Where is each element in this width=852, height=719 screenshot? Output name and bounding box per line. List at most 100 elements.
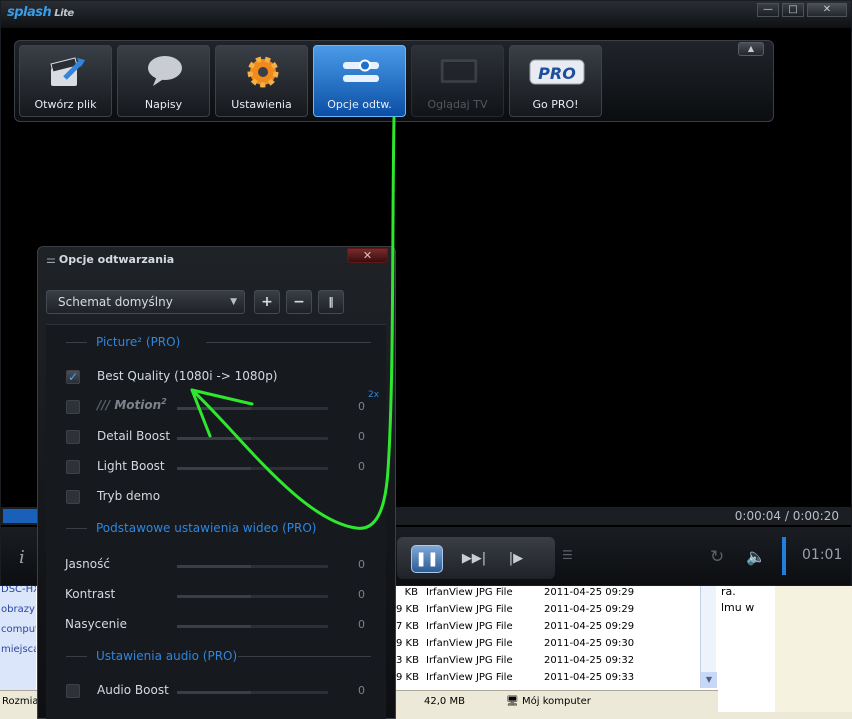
scroll-down-icon[interactable]: ▼ xyxy=(701,672,717,688)
left-pane-item[interactable]: computer xyxy=(0,620,36,640)
watch-tv-button[interactable]: Oglądaj TV xyxy=(411,45,504,117)
contrast-value: 0 xyxy=(358,588,365,601)
tv-icon xyxy=(439,54,479,90)
next-icon[interactable]: ▶▶| xyxy=(461,549,487,569)
open-file-button[interactable]: Otwórz plik xyxy=(19,45,112,117)
status-left-label: Rozmia xyxy=(2,696,39,707)
options-list: Picture² (PRO) ✓ Best Quality (1080i -> … xyxy=(46,324,386,719)
light-boost-label: Light Boost xyxy=(97,459,165,473)
remove-schema-button[interactable]: − xyxy=(286,290,312,314)
explorer-right-background xyxy=(775,584,852,719)
contrast-label: Kontrast xyxy=(65,587,116,601)
window-controls: — □ ✕ xyxy=(757,3,847,17)
status-location: Mój komputer xyxy=(522,696,591,707)
audio-boost-checkbox[interactable] xyxy=(66,684,80,698)
clock: 01:01 xyxy=(802,547,843,563)
gear-icon xyxy=(243,54,283,90)
detail-boost-row: Detail Boost 0 xyxy=(66,427,381,447)
table-row[interactable]: KB IrfanView JPG File 2011-04-25 09:29 xyxy=(396,584,716,601)
computer-icon: 🖥 xyxy=(506,696,519,707)
light-boost-checkbox[interactable] xyxy=(66,460,80,474)
detail-boost-label: Detail Boost xyxy=(97,429,171,443)
pro-badge-icon: PRO xyxy=(528,54,586,90)
audio-boost-row: Audio Boost 0 xyxy=(66,681,381,701)
light-boost-slider[interactable] xyxy=(177,467,328,470)
best-quality-label: Best Quality (1080i -> 1080p) xyxy=(97,369,278,383)
subtitles-button[interactable]: Napisy xyxy=(117,45,210,117)
frame-step-icon[interactable]: |▶ xyxy=(503,549,529,569)
brightness-label: Jasność xyxy=(65,557,110,571)
tool-label: Oglądaj TV xyxy=(427,98,488,111)
close-button[interactable]: ✕ xyxy=(807,3,847,17)
saturation-label: Nasycenie xyxy=(65,617,127,631)
audio-boost-slider[interactable] xyxy=(177,691,328,694)
motion-slider[interactable] xyxy=(177,407,328,410)
clapperboard-icon xyxy=(47,54,87,90)
info-icon[interactable]: i xyxy=(19,547,25,568)
time-display: 0:00:04 / 0:00:20 xyxy=(734,509,839,523)
pause-button[interactable]: ❚❚ xyxy=(411,545,443,573)
table-row[interactable]: 3 KB IrfanView JPG File 2011-04-25 09:32 xyxy=(396,652,716,669)
title-bar[interactable]: splash Lite — □ ✕ xyxy=(1,1,851,28)
table-row[interactable]: 9 KB IrfanView JPG File 2011-04-25 09:29 xyxy=(396,601,716,618)
speech-bubble-icon xyxy=(145,54,185,90)
tool-label: Go PRO! xyxy=(532,98,579,111)
tool-label: Otwórz plik xyxy=(34,98,97,111)
saturation-slider[interactable] xyxy=(177,625,328,628)
volume-slider[interactable] xyxy=(782,537,786,575)
svg-text:PRO: PRO xyxy=(538,64,576,83)
detail-boost-slider[interactable] xyxy=(177,437,328,440)
table-row[interactable]: 9 KB IrfanView JPG File 2011-04-25 09:30 xyxy=(396,635,716,652)
motion-2x-badge: 2x xyxy=(368,390,380,400)
tool-label: Napisy xyxy=(144,98,183,111)
explorer-text-pane: ra. lmu w xyxy=(718,584,774,714)
saturation-value: 0 xyxy=(358,618,365,631)
volume-icon[interactable]: 🔈 xyxy=(746,547,766,566)
explorer-left-pane: DSC-HX obrazy computer miejsca xyxy=(0,580,36,690)
contrast-slider[interactable] xyxy=(177,595,328,598)
panel-close-button[interactable]: ✕ xyxy=(347,248,388,263)
left-pane-item[interactable]: miejsca xyxy=(0,640,36,660)
go-pro-button[interactable]: PRO Go PRO! xyxy=(509,45,602,117)
motion-value: 0 xyxy=(358,400,365,413)
tool-label: Opcje odtw. xyxy=(327,98,392,111)
panel-title[interactable]: ⚌ Opcje odtwarzania xyxy=(46,253,174,266)
audio-boost-value: 0 xyxy=(358,684,365,697)
split-view-button[interactable]: ‖ xyxy=(318,290,344,314)
light-boost-value: 0 xyxy=(358,460,365,473)
chevron-down-icon: ▼ xyxy=(230,297,237,307)
left-pane-item[interactable]: obrazy xyxy=(0,600,36,620)
light-boost-row: Light Boost 0 xyxy=(66,457,381,477)
explorer-scrollbar[interactable]: ▼ xyxy=(700,584,717,688)
demo-mode-row: Tryb demo xyxy=(66,487,381,507)
transport-controls: ❚❚ ▶▶| |▶ xyxy=(397,537,555,579)
motion-checkbox[interactable] xyxy=(66,400,80,414)
brightness-slider[interactable] xyxy=(177,565,328,568)
seek-bar-fill xyxy=(3,509,37,523)
playlist-icon[interactable]: ☰ xyxy=(562,549,580,561)
motion-row: /// Motion2 0 2x xyxy=(66,390,381,417)
contrast-row: Kontrast 0 xyxy=(65,585,381,605)
table-row[interactable]: 7 KB IrfanView JPG File 2011-04-25 09:29 xyxy=(396,618,716,635)
settings-button[interactable]: Ustawienia xyxy=(215,45,308,117)
playback-options-button[interactable]: Opcje odtw. xyxy=(313,45,406,117)
add-schema-button[interactable]: + xyxy=(254,290,280,314)
table-row[interactable]: 9 KB IrfanView JPG File 2011-04-25 09:33 xyxy=(396,669,716,686)
schema-dropdown[interactable]: Schemat domyślny ▼ xyxy=(46,290,245,314)
repeat-icon[interactable]: ↻ xyxy=(710,547,724,567)
demo-mode-checkbox[interactable] xyxy=(66,490,80,504)
playback-options-panel: ⚌ Opcje odtwarzania ✕ Schemat domyślny ▼ +… xyxy=(37,246,396,719)
detail-boost-value: 0 xyxy=(358,430,365,443)
demo-mode-label: Tryb demo xyxy=(97,489,161,503)
brightness-row: Jasność 0 xyxy=(65,555,381,575)
collapse-toolbar-button[interactable]: ▲ xyxy=(738,42,764,56)
best-quality-checkbox[interactable]: ✓ xyxy=(66,370,80,384)
detail-boost-checkbox[interactable] xyxy=(66,430,80,444)
sliders-icon: ⚌ xyxy=(46,253,56,266)
minimize-button[interactable]: — xyxy=(757,3,779,17)
best-quality-row[interactable]: ✓ Best Quality (1080i -> 1080p) xyxy=(66,367,381,387)
tool-label: Ustawienia xyxy=(231,98,292,111)
maximize-button[interactable]: □ xyxy=(782,3,804,17)
motion-label: /// Motion2 xyxy=(97,397,167,412)
main-toolbar: Otwórz plik Napisy Ustawienia Opcje odtw… xyxy=(14,40,774,122)
